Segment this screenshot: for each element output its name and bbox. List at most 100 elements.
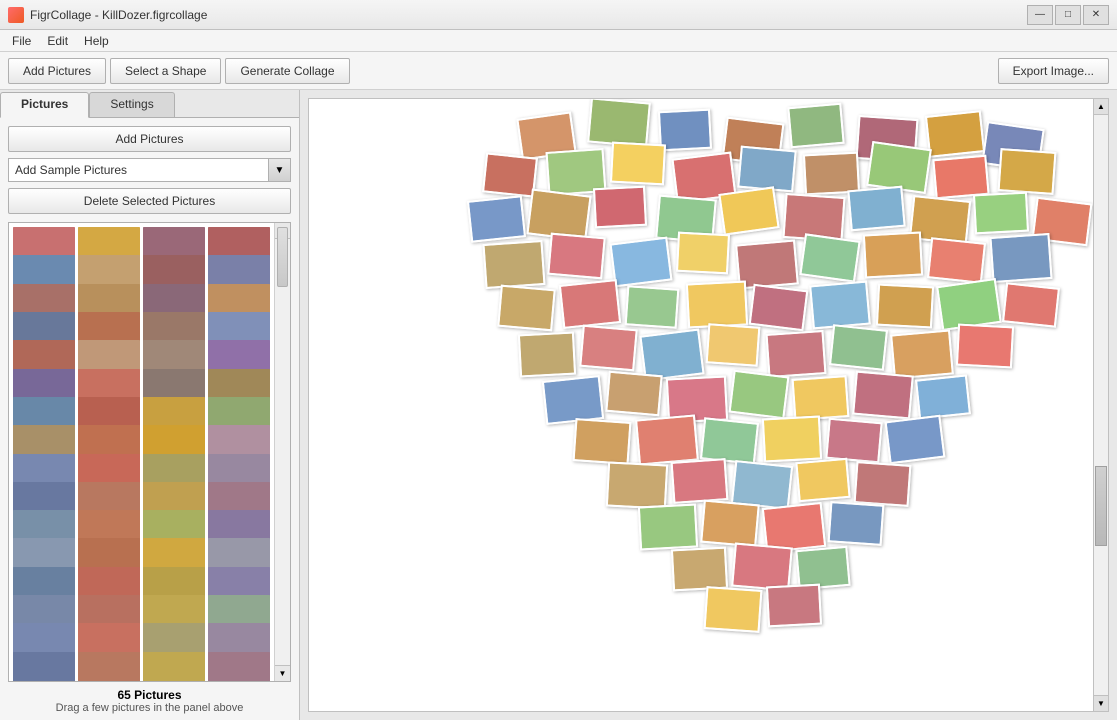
collage-photo[interactable] [703, 586, 762, 633]
collage-photo[interactable] [847, 186, 905, 232]
heart-collage [379, 110, 1039, 700]
collage-photo[interactable] [1002, 282, 1060, 327]
canvas-scroll-down-button[interactable]: ▼ [1094, 695, 1108, 711]
collage-photo[interactable] [605, 461, 667, 509]
title-bar: FigrCollage - KillDozer.figrcollage — □ … [0, 0, 1117, 30]
collage-photo[interactable] [609, 237, 672, 288]
collage-photo[interactable] [718, 186, 779, 235]
collage-photo[interactable] [997, 148, 1056, 195]
collage-photo[interactable] [699, 417, 758, 465]
select-shape-button[interactable]: Select a Shape [110, 58, 221, 84]
collage-photo[interactable] [972, 192, 1028, 235]
collage-photo[interactable] [890, 329, 954, 379]
dropdown-label: Add Sample Pictures [9, 163, 268, 177]
collage-photo[interactable] [558, 279, 620, 329]
collage-photo[interactable] [592, 186, 646, 229]
menu-file[interactable]: File [4, 32, 39, 50]
collage-photo[interactable] [579, 325, 637, 372]
collage-photo[interactable] [853, 461, 911, 507]
picture-thumbnail[interactable] [143, 652, 205, 681]
collage-photo[interactable] [572, 418, 631, 465]
add-pictures-toolbar-button[interactable]: Add Pictures [8, 58, 106, 84]
tab-pictures[interactable]: Pictures [0, 92, 89, 118]
picture-grid-wrapper: ▲ ▼ [8, 222, 291, 682]
collage-photo[interactable] [541, 375, 603, 425]
collage-photo[interactable] [482, 152, 538, 197]
collage-photo[interactable] [827, 501, 884, 546]
generate-collage-button[interactable]: Generate Collage [225, 58, 349, 84]
collage-photo[interactable] [927, 237, 986, 284]
collage-photo[interactable] [685, 280, 747, 328]
collage-photo[interactable] [705, 323, 760, 367]
canvas-area: ▲ ▼ [300, 90, 1117, 720]
panel-footer: 65 Pictures Drag a few pictures in the p… [0, 682, 299, 720]
collage-photo[interactable] [609, 142, 665, 186]
collage-photo[interactable] [482, 240, 545, 289]
minimize-button[interactable]: — [1027, 5, 1053, 25]
collage-photo[interactable] [915, 374, 971, 419]
grid-scrollbar[interactable]: ▲ ▼ [274, 223, 290, 681]
collage-photo[interactable] [466, 195, 525, 243]
collage-photo[interactable] [809, 281, 871, 330]
collage-photo[interactable] [637, 504, 697, 551]
picture-thumbnail[interactable] [208, 652, 270, 681]
canvas-scroll-up-button[interactable]: ▲ [1094, 99, 1108, 115]
collage-photo[interactable] [875, 284, 933, 329]
collage-photo[interactable] [795, 458, 850, 502]
tab-settings[interactable]: Settings [89, 92, 174, 117]
menu-help[interactable]: Help [76, 32, 117, 50]
close-button[interactable]: ✕ [1083, 5, 1109, 25]
collage-photo[interactable] [791, 375, 849, 421]
collage-photo[interactable] [765, 584, 821, 628]
picture-thumbnail[interactable] [13, 652, 75, 681]
collage-photo[interactable] [862, 232, 922, 279]
collage-photo[interactable] [624, 285, 679, 329]
scrollbar-down-button[interactable]: ▼ [275, 665, 290, 681]
title-controls[interactable]: — □ ✕ [1027, 5, 1109, 25]
collage-photo[interactable] [924, 110, 984, 158]
dropdown-arrow-icon[interactable]: ▼ [268, 159, 290, 181]
collage-photo[interactable] [731, 543, 793, 592]
picture-thumbnail[interactable] [78, 652, 140, 681]
maximize-button[interactable]: □ [1055, 5, 1081, 25]
collage-photo[interactable] [670, 547, 727, 592]
sample-pictures-dropdown[interactable]: Add Sample Pictures ▼ [8, 158, 291, 182]
collage-photo[interactable] [989, 233, 1052, 283]
collage-photo[interactable] [787, 103, 844, 149]
collage-photo[interactable] [517, 332, 575, 378]
collage-photo[interactable] [728, 370, 789, 420]
collage-photo[interactable] [547, 233, 605, 280]
collage-photo[interactable] [884, 415, 945, 465]
collage-photo[interactable] [802, 152, 859, 196]
export-image-button[interactable]: Export Image... [998, 58, 1109, 84]
collage-photo[interactable] [765, 330, 826, 378]
collage-photo[interactable] [799, 233, 860, 282]
collage-photo[interactable] [675, 232, 729, 275]
collage-photo[interactable] [761, 416, 821, 463]
menu-bar: File Edit Help [0, 30, 1117, 52]
collage-photo[interactable] [955, 324, 1013, 369]
canvas-scrollbar[interactable]: ▲ ▼ [1093, 98, 1109, 712]
toolbar: Add Pictures Select a Shape Generate Col… [0, 52, 1117, 90]
collage-photo[interactable] [748, 284, 808, 331]
collage-photo[interactable] [670, 458, 728, 504]
add-pictures-panel-button[interactable]: Add Pictures [8, 126, 291, 152]
collage-photo[interactable] [497, 285, 555, 332]
app-title: FigrCollage - KillDozer.figrcollage [30, 8, 207, 22]
main-area: Pictures Settings Add Pictures Add Sampl… [0, 90, 1117, 720]
collage-photo[interactable] [737, 146, 796, 193]
collage-photo[interactable] [825, 418, 882, 464]
scrollbar-thumb[interactable] [277, 227, 288, 287]
collage-photo[interactable] [829, 324, 888, 371]
panel-controls: Add Pictures Add Sample Pictures ▼ Delet… [0, 118, 299, 222]
menu-edit[interactable]: Edit [39, 32, 76, 50]
collage-photo[interactable] [605, 371, 662, 417]
collage-photo[interactable] [932, 155, 989, 200]
delete-pictures-button[interactable]: Delete Selected Pictures [8, 188, 291, 214]
collage-photo[interactable] [700, 500, 760, 548]
canvas-scrollbar-thumb[interactable] [1095, 466, 1107, 546]
collage-photo[interactable] [635, 414, 699, 465]
collage-photo[interactable] [852, 371, 914, 420]
collage-photo[interactable] [587, 98, 651, 148]
collage-photo[interactable] [936, 278, 1002, 331]
